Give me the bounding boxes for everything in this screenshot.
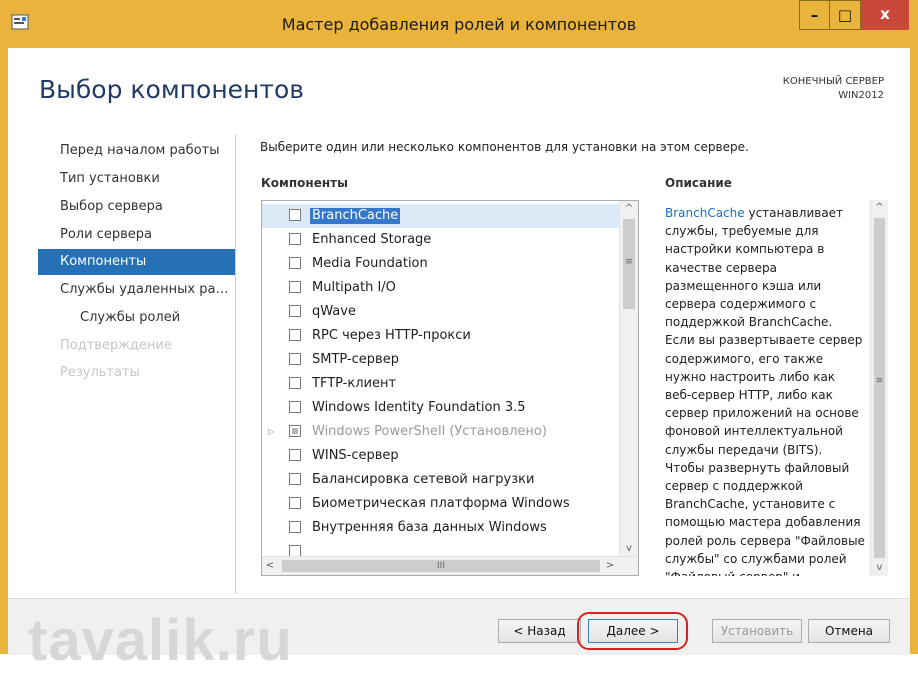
watermark: tavalik.ru bbox=[28, 608, 293, 673]
scroll-down-icon[interactable]: v bbox=[871, 560, 888, 576]
components-list[interactable]: BranchCache Enhanced Storage Media Found… bbox=[261, 200, 639, 576]
checkbox[interactable] bbox=[289, 401, 301, 413]
checkbox[interactable] bbox=[289, 449, 301, 461]
scroll-down-icon[interactable]: v bbox=[620, 541, 638, 557]
nav-item-installation-type[interactable]: Тип установки bbox=[38, 166, 236, 192]
close-button[interactable]: x bbox=[861, 0, 909, 30]
component-item-rpc-over-http-proxy[interactable]: RPC через HTTP-прокси bbox=[262, 324, 619, 348]
component-item-windows-internal-database[interactable]: Внутренняя база данных Windows bbox=[262, 516, 619, 540]
description-link[interactable]: BranchCache bbox=[665, 206, 745, 220]
components-header: Компоненты bbox=[261, 176, 348, 190]
nav-item-results: Результаты bbox=[60, 365, 140, 380]
window-border-right bbox=[910, 48, 918, 654]
scroll-grip-icon: ≡ bbox=[875, 376, 884, 386]
page-title: Выбор компонентов bbox=[39, 75, 304, 104]
component-item-windows-biometric-framework[interactable]: Биометрическая платформа Windows bbox=[262, 492, 619, 516]
scroll-thumb[interactable] bbox=[874, 218, 885, 558]
scroll-up-icon[interactable]: ^ bbox=[620, 201, 638, 217]
cancel-button[interactable]: Отмена bbox=[808, 619, 890, 643]
minimize-button[interactable]: – bbox=[799, 0, 830, 30]
component-item-qwave[interactable]: qWave bbox=[262, 300, 619, 324]
description-scrollbar[interactable]: ^ ≡ v bbox=[870, 200, 888, 576]
wizard-footer: tavalik.ru < Назад Далее > Установить От… bbox=[8, 598, 910, 673]
next-button-highlight bbox=[577, 612, 688, 650]
description-header: Описание bbox=[665, 176, 732, 190]
scroll-left-icon[interactable]: < bbox=[262, 557, 278, 575]
checkbox[interactable] bbox=[289, 473, 301, 485]
window-border-left bbox=[0, 48, 8, 654]
expand-arrow-icon[interactable]: ▷ bbox=[268, 420, 274, 444]
checkbox[interactable] bbox=[289, 233, 301, 245]
checkbox[interactable] bbox=[289, 305, 301, 317]
components-vertical-scrollbar[interactable]: ^ ≡ v bbox=[619, 201, 638, 557]
component-label: Enhanced Storage bbox=[312, 232, 432, 247]
component-item-windows-powershell[interactable]: ▷ Windows PowerShell (Установлено) bbox=[262, 420, 619, 444]
title-bar[interactable]: Мастер добавления ролей и компонентов – … bbox=[0, 0, 918, 48]
component-label: Multipath I/O bbox=[312, 280, 396, 295]
scroll-grip-icon: ≡ bbox=[625, 257, 633, 267]
scroll-right-icon[interactable]: > bbox=[602, 557, 618, 575]
wizard-window: Мастер добавления ролей и компонентов – … bbox=[0, 0, 918, 673]
checkbox[interactable] bbox=[289, 497, 301, 509]
component-item-network-load-balancing[interactable]: Балансировка сетевой нагрузки bbox=[262, 468, 619, 492]
component-label: Внутренняя база данных Windows bbox=[312, 520, 547, 535]
component-item-media-foundation[interactable]: Media Foundation bbox=[262, 252, 619, 276]
component-label: Биометрическая платформа Windows bbox=[312, 496, 570, 511]
checkbox[interactable] bbox=[289, 209, 301, 221]
install-button: Установить bbox=[712, 619, 802, 643]
checkbox[interactable] bbox=[289, 353, 301, 365]
nav-item-before-you-begin[interactable]: Перед началом работы bbox=[38, 138, 236, 164]
component-item-multipath-io[interactable]: Multipath I/O bbox=[262, 276, 619, 300]
nav-item-server-selection[interactable]: Выбор сервера bbox=[38, 194, 236, 220]
scroll-grip-horizontal-icon: III bbox=[437, 561, 445, 571]
checkbox[interactable] bbox=[289, 377, 301, 389]
wizard-content: Выбор компонентов КОНЕЧНЫЙ СЕРВЕР WIN201… bbox=[8, 48, 910, 673]
back-button[interactable]: < Назад bbox=[498, 619, 581, 643]
component-item-wins-server[interactable]: WINS-сервер bbox=[262, 444, 619, 468]
component-label: qWave bbox=[312, 304, 356, 319]
component-label: Балансировка сетевой нагрузки bbox=[312, 472, 535, 487]
checkbox[interactable] bbox=[289, 425, 301, 437]
component-label: WINS-сервер bbox=[312, 448, 399, 463]
checkbox[interactable] bbox=[289, 257, 301, 269]
scroll-up-icon[interactable]: ^ bbox=[871, 200, 888, 216]
component-label: TFTP-клиент bbox=[312, 376, 397, 391]
component-label: SMTP-сервер bbox=[312, 352, 399, 367]
component-item-branchcache[interactable]: BranchCache bbox=[262, 204, 619, 228]
nav-divider bbox=[235, 134, 236, 594]
components-horizontal-scrollbar[interactable]: < III > bbox=[262, 556, 638, 575]
description-text: BranchCache устанавливает службы, требуе… bbox=[665, 204, 865, 576]
checkbox[interactable] bbox=[289, 281, 301, 293]
checkbox[interactable] bbox=[289, 329, 301, 341]
component-label: Windows Identity Foundation 3.5 bbox=[312, 400, 526, 415]
component-label: BranchCache bbox=[310, 208, 401, 224]
destination-server-name: WIN2012 bbox=[838, 90, 884, 101]
component-item-enhanced-storage[interactable]: Enhanced Storage bbox=[262, 228, 619, 252]
nav-item-remote-desktop-services[interactable]: Службы удаленных рабо... bbox=[38, 277, 236, 303]
checkbox[interactable] bbox=[289, 521, 301, 533]
destination-server-label: КОНЕЧНЫЙ СЕРВЕР bbox=[782, 76, 884, 87]
components-rows: BranchCache Enhanced Storage Media Found… bbox=[262, 204, 619, 564]
description-body: устанавливает службы, требуемые для наст… bbox=[665, 206, 865, 576]
component-item-tftp-client[interactable]: TFTP-клиент bbox=[262, 372, 619, 396]
window-title: Мастер добавления ролей и компонентов bbox=[281, 15, 637, 34]
component-label: Windows PowerShell (Установлено) bbox=[312, 424, 547, 439]
instruction-text: Выберите один или несколько компонентов … bbox=[260, 140, 749, 154]
maximize-button[interactable]: □ bbox=[830, 0, 861, 30]
nav-item-server-roles[interactable]: Роли сервера bbox=[38, 222, 236, 248]
nav-item-features[interactable]: Компоненты bbox=[38, 249, 236, 275]
component-label: RPC через HTTP-прокси bbox=[312, 328, 471, 343]
nav-item-confirmation: Подтверждение bbox=[60, 338, 172, 353]
component-item-smtp-server[interactable]: SMTP-сервер bbox=[262, 348, 619, 372]
description-panel: BranchCache устанавливает службы, требуе… bbox=[663, 200, 888, 576]
component-item-windows-identity-foundation[interactable]: Windows Identity Foundation 3.5 bbox=[262, 396, 619, 420]
component-label: Media Foundation bbox=[312, 256, 428, 271]
nav-item-role-services[interactable]: Службы ролей bbox=[38, 305, 236, 331]
